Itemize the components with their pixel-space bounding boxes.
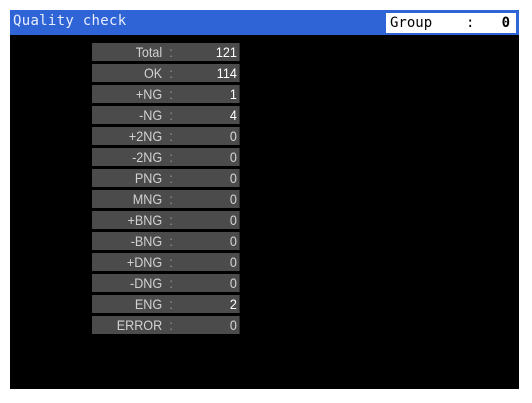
count-row: +BNG: 0 <box>92 211 240 229</box>
count-row: OK: 114 <box>92 64 240 82</box>
count-value: 0 <box>229 191 237 207</box>
count-row: PNG: 0 <box>92 169 240 187</box>
count-label: +DNG <box>126 254 163 270</box>
count-separator: : <box>169 44 173 60</box>
count-value: 0 <box>229 233 237 249</box>
quality-check-screen: Quality check Group : 0 Total: 121 OK: 114 +… <box>10 10 519 389</box>
count-separator: : <box>169 212 173 228</box>
count-separator: : <box>169 233 173 249</box>
count-row: +2NG: 0 <box>92 127 240 145</box>
count-label: -DNG <box>129 275 163 291</box>
count-label: MNG <box>132 191 163 207</box>
count-value: 0 <box>229 275 237 291</box>
count-separator: : <box>169 149 173 165</box>
count-row: ENG: 2 <box>92 295 240 313</box>
count-value: 0 <box>229 128 237 144</box>
count-row: -NG: 4 <box>92 106 240 124</box>
title-bar: Quality check Group : 0 <box>10 10 519 35</box>
group-label: Group <box>390 15 433 31</box>
count-separator: : <box>169 170 173 186</box>
count-label: +NG <box>135 86 163 102</box>
count-value: 0 <box>229 317 237 333</box>
count-separator: : <box>169 86 173 102</box>
count-separator: : <box>169 317 173 333</box>
count-label: +BNG <box>127 212 163 228</box>
count-row: Total: 121 <box>92 43 240 61</box>
count-separator: : <box>169 107 173 123</box>
count-row: -2NG: 0 <box>92 148 240 166</box>
count-separator: : <box>169 65 173 81</box>
count-value: 0 <box>229 149 237 165</box>
count-label: -2NG <box>132 149 163 165</box>
count-value: 0 <box>229 254 237 270</box>
count-label: +2NG <box>128 128 163 144</box>
count-label: PNG <box>134 170 163 186</box>
count-separator: : <box>169 296 173 312</box>
count-label: -NG <box>139 107 163 123</box>
count-value: 4 <box>229 107 237 123</box>
count-row: -DNG: 0 <box>92 274 240 292</box>
count-value: 0 <box>229 170 237 186</box>
count-value: 2 <box>229 296 237 312</box>
group-selector[interactable]: Group : 0 <box>386 13 516 33</box>
count-value: 0 <box>229 212 237 228</box>
count-label: OK <box>143 65 163 81</box>
count-separator: : <box>169 254 173 270</box>
count-row: +DNG: 0 <box>92 253 240 271</box>
count-list: Total:121 OK:114 +NG:1 -NG:4 +2NG:0 -2NG:0 PNG… <box>92 43 256 337</box>
count-row: ERROR: 0 <box>92 316 240 334</box>
group-value: 0 <box>501 15 510 31</box>
count-separator: : <box>169 191 173 207</box>
count-row: MNG: 0 <box>92 190 240 208</box>
count-separator: : <box>169 275 173 291</box>
count-label: Total <box>135 44 163 60</box>
count-separator: : <box>169 128 173 144</box>
count-value: 114 <box>216 65 237 81</box>
count-value: 1 <box>229 86 237 102</box>
count-value: 121 <box>215 44 237 60</box>
count-label: ERROR <box>116 317 163 333</box>
count-row: +NG: 1 <box>92 85 240 103</box>
count-row: -BNG: 0 <box>92 232 240 250</box>
screen-title: Quality check <box>13 13 127 29</box>
count-label: -BNG <box>130 233 163 249</box>
count-label: ENG <box>134 296 163 312</box>
group-separator: : <box>466 15 475 31</box>
